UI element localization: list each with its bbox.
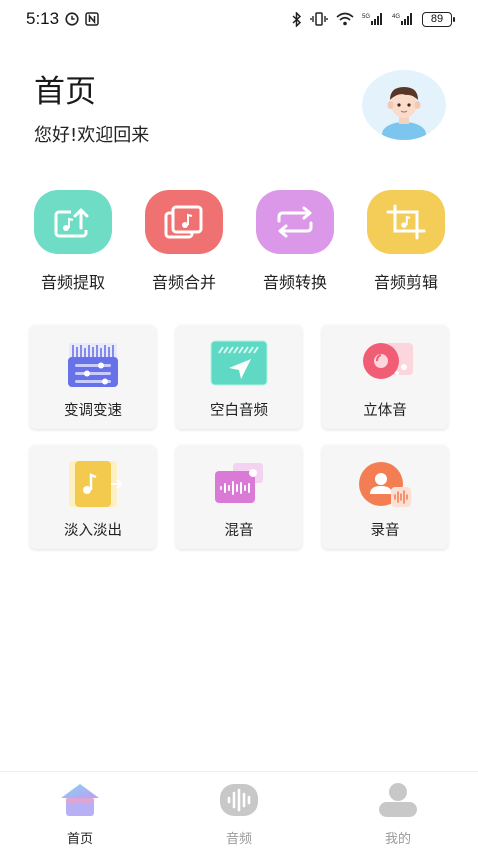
svg-text:5G: 5G (362, 14, 370, 20)
home-icon (57, 780, 103, 820)
status-left: 5:13 (26, 9, 99, 29)
audio-merge-icon (164, 205, 203, 239)
audio-convert-tile (256, 190, 334, 254)
fade-icon (61, 457, 125, 511)
signal-5g-icon: 5G (362, 12, 384, 26)
feature-label: 变调变速 (64, 403, 122, 419)
battery-indicator: 89 (422, 11, 455, 27)
page-title: 首页 (34, 74, 96, 110)
bottom-nav: 首页 音频 我的 (0, 771, 478, 850)
audio-extract-icon (54, 206, 91, 238)
quick-tools-row: 音频提取 音频合并 音频转换 音频剪辑 (0, 190, 478, 300)
feature-card-record[interactable]: 录音 (322, 445, 448, 549)
audio-icon (216, 780, 262, 820)
nav-label-audio: 音频 (225, 832, 252, 847)
quick-tool-audio-extract[interactable]: 音频提取 (23, 190, 123, 294)
mix-icon (207, 457, 271, 511)
nav-label-home: 首页 (66, 832, 93, 847)
record-icon (353, 457, 417, 511)
quick-tool-audio-convert[interactable]: 音频转换 (245, 190, 345, 294)
blank-audio-icon (207, 337, 271, 391)
nav-item-home[interactable]: 首页 (30, 780, 130, 847)
quick-tool-label: 音频转换 (262, 273, 327, 292)
feature-label: 录音 (370, 523, 400, 539)
audio-crop-icon (386, 204, 426, 240)
audio-extract-tile (34, 190, 112, 254)
clock-icon (65, 12, 79, 26)
svg-text:4G: 4G (392, 14, 400, 20)
nav-label-profile: 我的 (384, 832, 411, 847)
nav-item-audio[interactable]: 音频 (189, 780, 289, 847)
feature-card-blank-audio[interactable]: 空白音频 (176, 325, 302, 429)
quick-tool-audio-merge[interactable]: 音频合并 (134, 190, 234, 294)
stereo-icon (353, 337, 417, 391)
feature-card-stereo[interactable]: 立体音 (322, 325, 448, 429)
audio-crop-tile (367, 190, 445, 254)
feature-label: 空白音频 (210, 403, 268, 419)
profile-icon (375, 780, 421, 820)
vibrate-icon (310, 12, 328, 26)
status-time: 5:13 (26, 9, 60, 28)
audio-convert-icon (277, 206, 313, 238)
quick-tool-audio-crop[interactable]: 音频剪辑 (356, 190, 456, 294)
pitch-speed-icon (61, 337, 125, 391)
status-bar: 5:13 5G 4G 89 (0, 0, 478, 38)
quick-tool-label: 音频提取 (40, 273, 105, 292)
status-right: 5G 4G 89 (292, 11, 455, 27)
feature-card-pitch-speed[interactable]: 变调变速 (30, 325, 156, 429)
feature-label: 混音 (224, 523, 254, 539)
avatar[interactable] (362, 70, 446, 140)
signal-4g-icon: 4G (392, 12, 414, 26)
audio-merge-tile (145, 190, 223, 254)
nfc-icon (85, 12, 99, 26)
feature-label: 淡入淡出 (64, 523, 122, 539)
feature-card-fade[interactable]: 淡入淡出 (30, 445, 156, 549)
quick-tool-label: 音频剪辑 (373, 273, 438, 292)
bluetooth-icon (292, 11, 302, 27)
feature-card-mix[interactable]: 混音 (176, 445, 302, 549)
quick-tool-label: 音频合并 (151, 273, 216, 292)
feature-label: 立体音 (363, 403, 407, 419)
nav-item-profile[interactable]: 我的 (348, 780, 448, 847)
greeting-text: 您好!欢迎回来 (34, 125, 150, 146)
wifi-icon (336, 12, 354, 26)
